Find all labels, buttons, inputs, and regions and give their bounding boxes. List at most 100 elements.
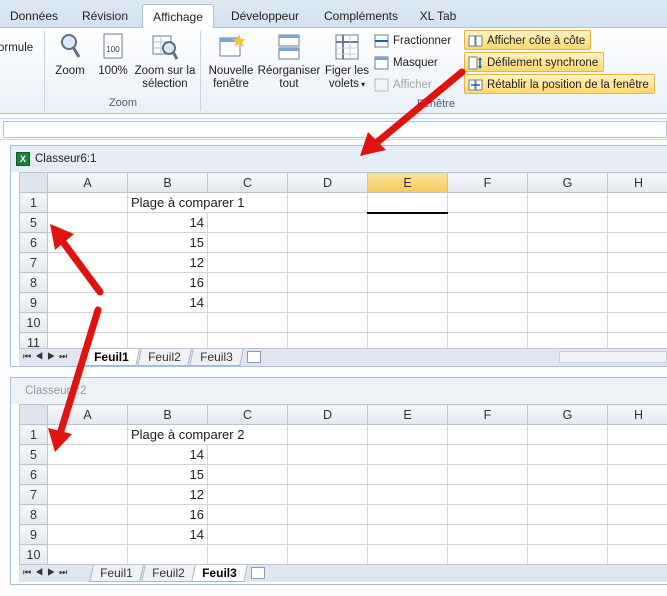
zoom-selection-button[interactable]: Zoom sur la sélection bbox=[134, 32, 196, 91]
row-header[interactable]: 7 bbox=[19, 252, 48, 273]
hide-window-icon bbox=[374, 56, 389, 70]
formula-button-partial[interactable]: ormule bbox=[0, 42, 38, 55]
row-header[interactable]: 9 bbox=[19, 292, 48, 313]
column-header[interactable]: H bbox=[607, 172, 667, 193]
cell-value[interactable]: 14 bbox=[127, 524, 208, 545]
cell-range-title[interactable]: Plage à comparer 2 bbox=[127, 424, 288, 445]
window-2-title-bar[interactable]: Classeur6:2 bbox=[11, 378, 667, 404]
row-header[interactable]: 5 bbox=[19, 212, 48, 233]
zoom-100-button[interactable]: 100 100% bbox=[94, 32, 132, 78]
arrange-all-label: Réorganiser tout bbox=[257, 65, 321, 90]
column-header[interactable]: D bbox=[287, 172, 368, 193]
row-header[interactable]: 9 bbox=[19, 524, 48, 545]
column-header[interactable]: D bbox=[287, 404, 368, 425]
sheet-tab-feuil3[interactable]: Feuil3 bbox=[191, 565, 248, 582]
row-header[interactable]: 5 bbox=[19, 444, 48, 465]
workbook-window-2[interactable]: Classeur6:2 A B C D E F G H 1 Plage à com… bbox=[10, 377, 667, 585]
column-header[interactable]: A bbox=[47, 404, 128, 425]
table-row: 6 15 bbox=[19, 232, 667, 253]
select-all-corner[interactable] bbox=[19, 404, 48, 425]
split-button[interactable]: Fractionner bbox=[371, 31, 451, 51]
table-row: 7 12 bbox=[19, 252, 667, 273]
cell-value[interactable]: 16 bbox=[127, 504, 208, 525]
horizontal-scrollbar[interactable] bbox=[559, 351, 667, 363]
row-header[interactable]: 8 bbox=[19, 272, 48, 293]
sheet-nav-arrows-icon[interactable]: ⏮◀▶⏭ bbox=[23, 351, 71, 362]
freeze-panes-icon bbox=[335, 34, 359, 60]
formula-input[interactable] bbox=[3, 121, 667, 138]
sheet-tab-feuil2[interactable]: Feuil2 bbox=[141, 565, 196, 582]
cell-value[interactable]: 15 bbox=[127, 464, 208, 485]
cell-value[interactable]: 14 bbox=[127, 292, 208, 313]
column-header[interactable]: F bbox=[447, 172, 528, 193]
unhide-window-icon bbox=[374, 78, 389, 92]
new-window-button[interactable]: Nouvelle fenêtre bbox=[206, 32, 256, 91]
table-row: 5 14 bbox=[19, 212, 667, 233]
tab-affichage[interactable]: Affichage bbox=[142, 4, 214, 29]
cell-value[interactable]: 14 bbox=[127, 212, 208, 233]
unhide-button[interactable]: Afficher bbox=[371, 75, 461, 95]
column-header-selected[interactable]: E bbox=[367, 172, 448, 193]
tab-donnees[interactable]: Données bbox=[4, 4, 64, 28]
magnifier-icon bbox=[61, 34, 81, 58]
sheet-nav-arrows-icon[interactable]: ⏮◀▶⏭ bbox=[23, 567, 71, 578]
window-1-title-bar[interactable]: X Classeur6:1 bbox=[11, 146, 667, 172]
view-side-by-side-button[interactable]: Afficher côte à côte bbox=[464, 30, 592, 50]
insert-sheet-icon[interactable] bbox=[247, 351, 261, 363]
worksheet-grid-2[interactable]: A B C D E F G H 1 Plage à comparer 2 5 14 … bbox=[19, 404, 667, 565]
column-header[interactable]: E bbox=[367, 404, 448, 425]
zoom-selection-label: Zoom sur la sélection bbox=[134, 65, 196, 90]
column-header[interactable]: C bbox=[207, 404, 288, 425]
arrange-all-button[interactable]: Réorganiser tout bbox=[256, 32, 322, 91]
tab-complements[interactable]: Compléments bbox=[318, 4, 404, 28]
row-header[interactable]: 1 bbox=[19, 192, 48, 213]
tab-developpeur[interactable]: Développeur bbox=[222, 4, 308, 28]
zoom-selection-icon bbox=[152, 35, 179, 60]
cell-value[interactable]: 15 bbox=[127, 232, 208, 253]
row-header[interactable]: 6 bbox=[19, 232, 48, 253]
worksheet-grid-1[interactable]: A B C D E F G H 1 Plage à comparer 1 5 14 … bbox=[19, 172, 667, 353]
workbook-window-1[interactable]: X Classeur6:1 A B C D E F G H 1 Plage à c… bbox=[10, 145, 667, 367]
sheet-tab-feuil3[interactable]: Feuil3 bbox=[189, 349, 244, 366]
cell-value[interactable]: 12 bbox=[127, 252, 208, 273]
column-header[interactable]: G bbox=[527, 172, 608, 193]
row-header[interactable]: 7 bbox=[19, 484, 48, 505]
column-header[interactable]: C bbox=[207, 172, 288, 193]
cell-value[interactable]: 16 bbox=[127, 272, 208, 293]
window-1-title: Classeur6:1 bbox=[35, 153, 97, 165]
row-header[interactable]: 10 bbox=[19, 544, 48, 565]
column-header[interactable]: G bbox=[527, 404, 608, 425]
row-header[interactable]: 1 bbox=[19, 424, 48, 445]
row-header[interactable]: 6 bbox=[19, 464, 48, 485]
row-header[interactable]: 8 bbox=[19, 504, 48, 525]
hide-button[interactable]: Masquer bbox=[371, 53, 438, 73]
reset-window-position-button[interactable]: Rétablir la position de la fenêtre bbox=[464, 74, 655, 94]
cell-range-title[interactable]: Plage à comparer 1 bbox=[127, 192, 288, 213]
formula-bar bbox=[0, 118, 667, 140]
insert-sheet-icon[interactable] bbox=[251, 567, 265, 579]
new-window-icon bbox=[219, 34, 245, 57]
synchronous-scrolling-button[interactable]: Défilement synchrone bbox=[464, 52, 605, 72]
column-header[interactable]: H bbox=[607, 404, 667, 425]
cell-value[interactable]: 12 bbox=[127, 484, 208, 505]
sheet-tab-feuil2[interactable]: Feuil2 bbox=[137, 349, 192, 366]
tab-revision[interactable]: Révision bbox=[72, 4, 138, 28]
tab-xl-tab[interactable]: XL Tab bbox=[414, 4, 462, 28]
arrange-windows-icon bbox=[278, 34, 300, 60]
table-row: 1 Plage à comparer 1 bbox=[19, 192, 667, 214]
sheet-tab-feuil1[interactable]: Feuil1 bbox=[83, 349, 140, 366]
freeze-panes-button[interactable]: Figer les volets ▾ bbox=[322, 32, 372, 91]
zoom-button[interactable]: Zoom bbox=[50, 32, 90, 78]
column-header[interactable]: B bbox=[127, 404, 208, 425]
column-header[interactable]: A bbox=[47, 172, 128, 193]
cell-value[interactable]: 14 bbox=[127, 444, 208, 465]
column-header[interactable]: F bbox=[447, 404, 528, 425]
table-row: 1 Plage à comparer 2 bbox=[19, 424, 667, 445]
sheet-tab-bar-2: ⏮◀▶⏭ Feuil1 Feuil2 Feuil3 bbox=[19, 564, 667, 582]
page-100-icon: 100 bbox=[103, 33, 123, 59]
select-all-corner[interactable] bbox=[19, 172, 48, 193]
row-header[interactable]: 10 bbox=[19, 312, 48, 333]
active-cell[interactable] bbox=[367, 192, 448, 214]
column-header[interactable]: B bbox=[127, 172, 208, 193]
sheet-tab-feuil1[interactable]: Feuil1 bbox=[89, 565, 144, 582]
